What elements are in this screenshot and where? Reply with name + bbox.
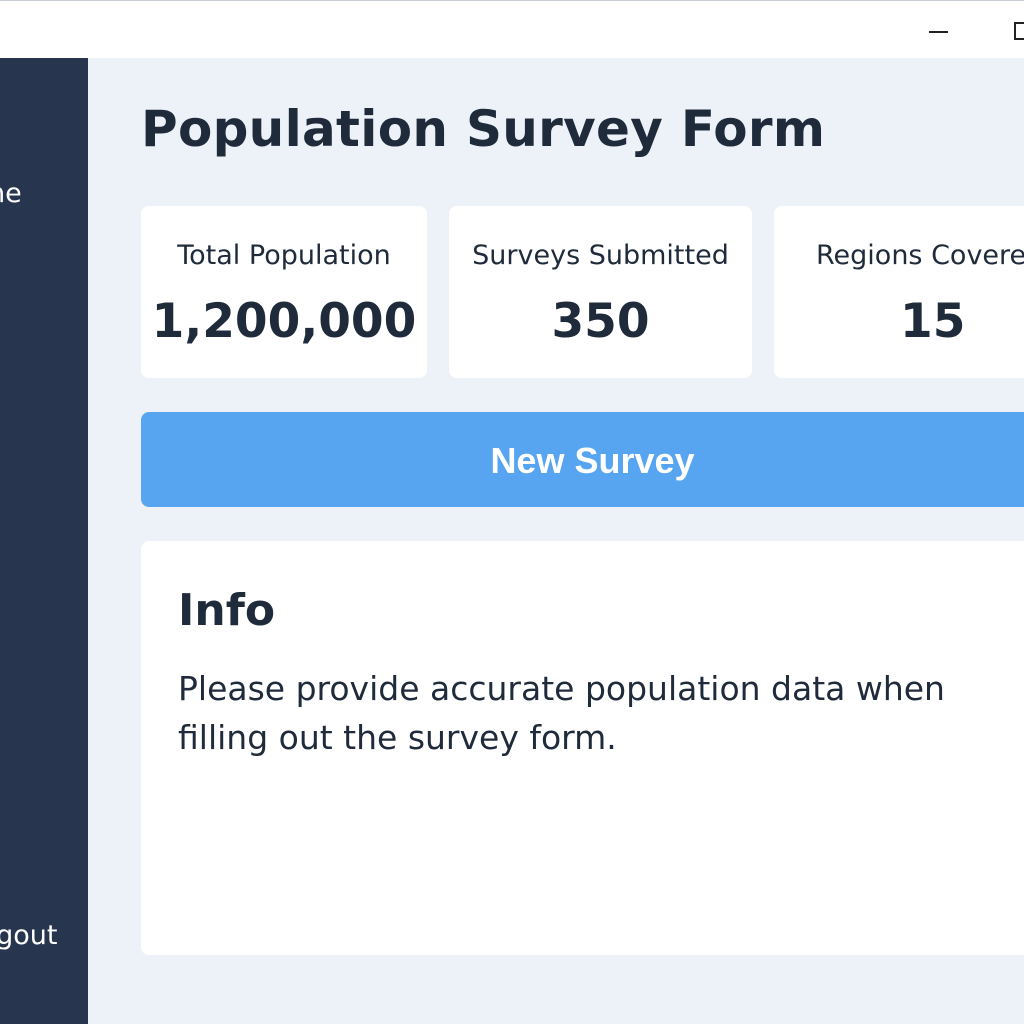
- sidebar-item-logout[interactable]: Logout: [0, 920, 57, 951]
- stat-card-surveys-submitted: Surveys Submitted 350: [449, 206, 752, 378]
- info-panel: Info Please provide accurate population …: [141, 541, 1024, 955]
- main-content: Population Survey Form Total Population …: [88, 58, 1024, 1024]
- stat-card-total-population: Total Population 1,200,000: [141, 206, 427, 378]
- stat-label: Total Population: [177, 240, 391, 271]
- stat-value: 350: [551, 294, 650, 349]
- page-title: Population Survey Form: [141, 100, 826, 158]
- minimize-icon[interactable]: [924, 15, 954, 45]
- stat-value: 15: [900, 294, 966, 349]
- app-window: Home Logout Population Survey Form Total…: [0, 0, 1024, 1024]
- maximize-icon[interactable]: [1010, 15, 1024, 45]
- sidebar: Home Logout: [0, 58, 88, 1024]
- new-survey-button[interactable]: New Survey: [141, 412, 1024, 507]
- stat-label: Surveys Submitted: [472, 240, 729, 271]
- new-survey-label: New Survey: [490, 440, 695, 481]
- info-title: Info: [178, 585, 276, 636]
- stat-label: Regions Covered: [816, 240, 1024, 271]
- stat-card-regions-covered: Regions Covered 15: [774, 206, 1024, 378]
- stat-value: 1,200,000: [151, 294, 417, 349]
- title-bar: [0, 1, 1024, 58]
- info-text: Please provide accurate population data …: [178, 669, 945, 757]
- sidebar-item-home[interactable]: Home: [0, 178, 22, 209]
